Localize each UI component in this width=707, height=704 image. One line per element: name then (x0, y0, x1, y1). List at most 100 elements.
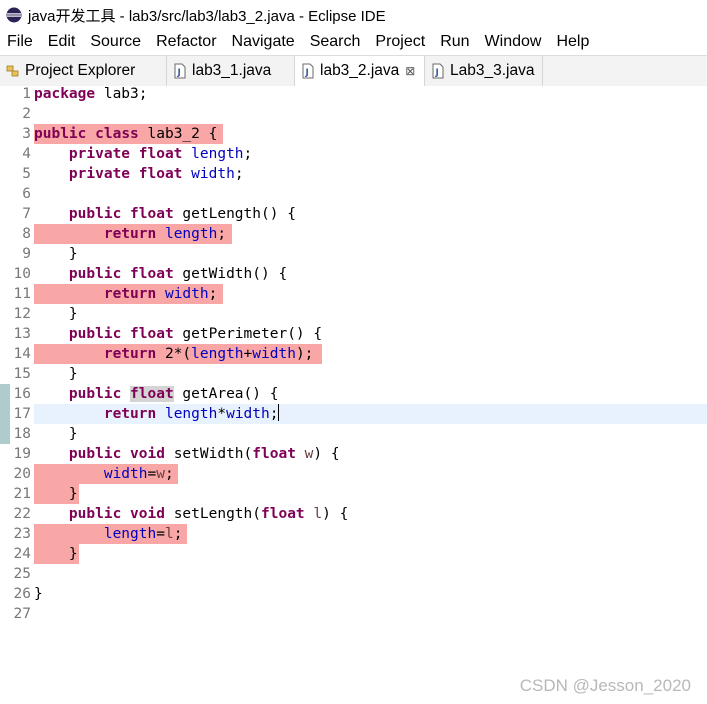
menu-navigate[interactable]: Navigate (232, 33, 295, 51)
line-number: 2 (22, 106, 31, 122)
tab-project-explorer[interactable]: Project Explorer (0, 56, 167, 86)
code-text: return width; (34, 284, 218, 304)
code-line[interactable]: 9 } (0, 244, 707, 264)
tab-label: Lab3_3.java (450, 62, 535, 79)
code-line[interactable]: 1 package lab3; (0, 84, 707, 104)
code-line[interactable]: 22 public void setLength(float l) { (0, 504, 707, 524)
code-token: ; (208, 286, 218, 302)
code-line[interactable]: 11 return width; (0, 284, 707, 304)
code-token: length (191, 346, 244, 362)
menu-run[interactable]: Run (440, 33, 469, 51)
menu-help[interactable]: Help (556, 33, 589, 51)
code-text: public float getLength() { (34, 204, 296, 224)
code-text: } (34, 304, 78, 324)
code-line[interactable]: 7 public float getLength() { (0, 204, 707, 224)
menu-refactor[interactable]: Refactor (156, 33, 216, 51)
code-token: ; (173, 526, 183, 542)
code-token: } (34, 586, 43, 602)
code-token: } (34, 246, 78, 262)
code-line[interactable]: 6 (0, 184, 707, 204)
code-token: width (191, 166, 235, 182)
code-line[interactable]: 21 } (0, 484, 707, 504)
tab-lab3-1-java[interactable]: J lab3_1.java (167, 56, 295, 86)
code-token: return (103, 406, 157, 422)
code-token: return (103, 226, 157, 242)
code-line[interactable]: 18 } (0, 424, 707, 444)
code-line[interactable]: 8 return length; (0, 224, 707, 244)
code-line[interactable]: 4 private float length; (0, 144, 707, 164)
line-number: 10 (13, 266, 31, 282)
tab-lab3-3-java[interactable]: J Lab3_3.java (425, 56, 543, 86)
code-line[interactable]: 26} (0, 584, 707, 604)
code-line[interactable]: 20 width=w; (0, 464, 707, 484)
code-line[interactable]: 24 } (0, 544, 707, 564)
line-number: 21 (13, 486, 31, 502)
code-token: length (164, 226, 218, 242)
code-line[interactable]: 13 public float getPerimeter() { (0, 324, 707, 344)
code-editor[interactable]: 1 package lab3; 2 3 public class lab3_2 {4 p… (0, 86, 707, 704)
code-token: ) { (322, 506, 349, 522)
line-number: 27 (13, 606, 31, 622)
editor-tab-bar: Project Explorer J lab3_1.java J lab3_2.… (0, 55, 707, 87)
code-token: float (130, 266, 174, 282)
code-line[interactable]: 3 public class lab3_2 { (0, 124, 707, 144)
code-token: public (68, 506, 122, 522)
code-text: } (34, 544, 78, 564)
java-file-icon: J (174, 63, 186, 79)
eclipse-icon (6, 7, 22, 23)
code-line[interactable]: 27 (0, 604, 707, 624)
code-line[interactable]: 17 return length*width; (0, 404, 707, 424)
menu-file[interactable]: File (7, 33, 33, 51)
line-number: 18 (13, 426, 31, 442)
code-token: float (261, 506, 305, 522)
code-token: 2*( (156, 346, 192, 362)
code-line[interactable]: 23 length=l; (0, 524, 707, 544)
menu-source[interactable]: Source (90, 33, 141, 51)
code-token: float (130, 326, 174, 342)
code-text: } (34, 584, 43, 604)
line-number: 7 (22, 206, 31, 222)
code-text: width=w; (34, 464, 174, 484)
code-text: } (34, 244, 78, 264)
code-token: public (68, 206, 122, 222)
code-text: private float length; (34, 144, 252, 164)
menu-project[interactable]: Project (375, 33, 425, 51)
code-token: width (164, 286, 209, 302)
code-token: ; (217, 226, 227, 242)
line-number: 14 (13, 346, 31, 362)
code-text: } (34, 424, 78, 444)
code-line[interactable]: 10 public float getWidth() { (0, 264, 707, 284)
code-line[interactable]: 19 public void setWidth(float w) { (0, 444, 707, 464)
code-token: float (138, 146, 183, 162)
code-line[interactable]: 16 public float getArea() { (0, 384, 707, 404)
code-line[interactable]: 2 (0, 104, 707, 124)
code-token: setLength( (164, 506, 261, 522)
tab-lab3-2-java[interactable]: J lab3_2.java ⊠ (295, 56, 425, 86)
menu-search[interactable]: Search (310, 33, 361, 51)
code-token: } (34, 426, 78, 442)
code-line[interactable]: 5 private float width; (0, 164, 707, 184)
code-token: void (130, 446, 165, 462)
menu-window[interactable]: Window (485, 33, 542, 51)
code-line[interactable]: 25 (0, 564, 707, 584)
code-token: return (103, 346, 157, 362)
line-number: 3 (22, 126, 31, 142)
menu-edit[interactable]: Edit (48, 33, 76, 51)
close-icon[interactable]: ⊠ (405, 64, 415, 78)
code-line[interactable]: 14 return 2*(length+width); (0, 344, 707, 364)
code-line[interactable]: 12 } (0, 304, 707, 324)
code-token: + (243, 346, 253, 362)
code-token: } (34, 306, 78, 322)
code-token: lab3_2 { (138, 126, 218, 142)
code-line[interactable]: 15 } (0, 364, 707, 384)
